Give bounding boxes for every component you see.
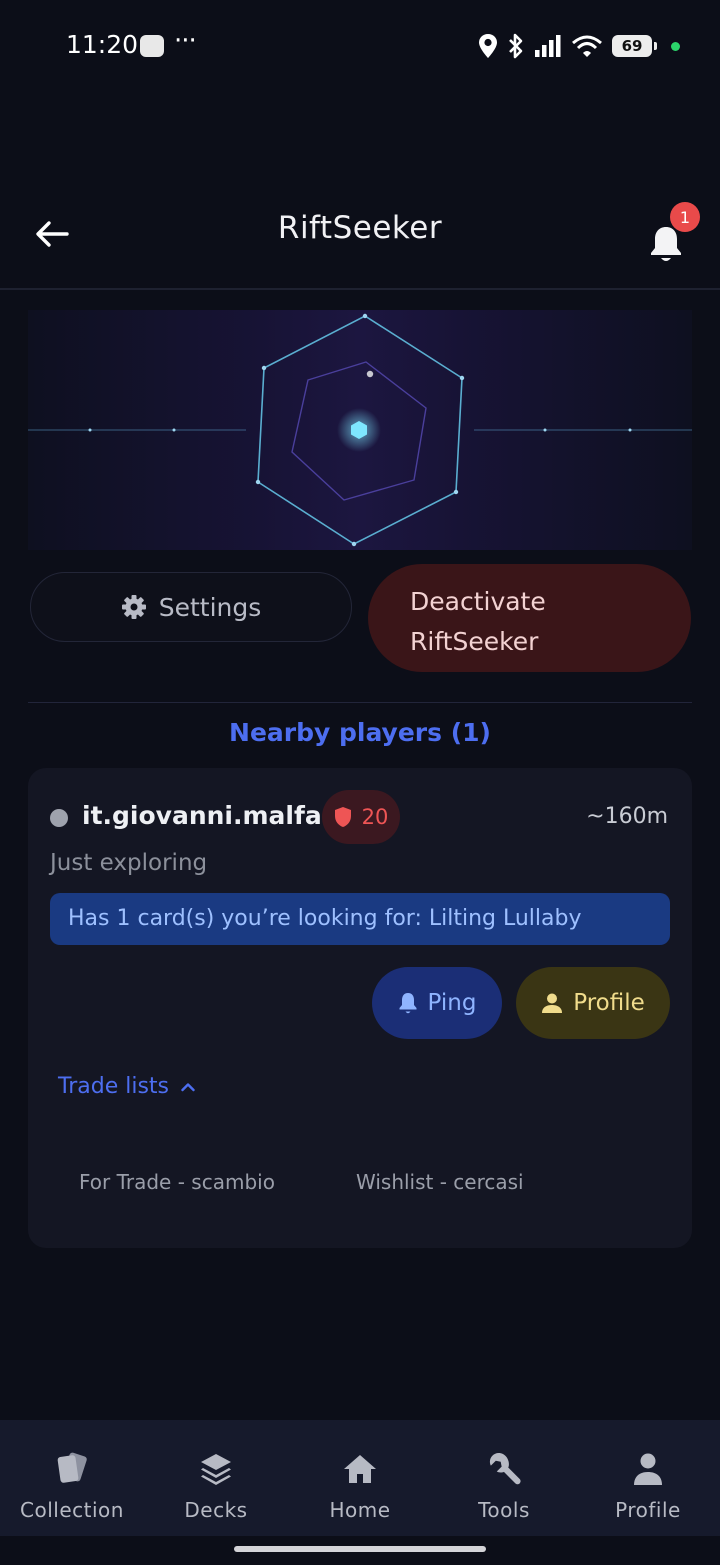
ping-label: Ping — [427, 990, 477, 1016]
rank-value: 20 — [361, 805, 389, 829]
ping-button[interactable]: Ping — [372, 967, 502, 1039]
nav-home[interactable]: Home — [288, 1420, 432, 1536]
nav-label-collection: Collection — [20, 1498, 124, 1522]
player-status: Just exploring — [50, 850, 208, 876]
nav-label-home: Home — [329, 1498, 391, 1522]
nav-label-profile: Profile — [615, 1498, 681, 1522]
battery-indicator: 69 — [612, 35, 657, 57]
profile-label: Profile — [573, 990, 645, 1016]
card-match-banner: Has 1 card(s) you’re looking for: Liltin… — [50, 893, 670, 945]
person-icon — [632, 1450, 664, 1488]
trade-list-wishlist[interactable]: Wishlist - cercasi — [356, 1170, 524, 1194]
status-time: 11:20 — [66, 30, 139, 59]
nearby-players-title: Nearby players (1) — [229, 718, 491, 747]
person-icon — [542, 993, 563, 1013]
chevron-up-icon — [181, 1082, 195, 1091]
wifi-icon — [572, 35, 602, 57]
signal-icon — [535, 35, 561, 57]
nav-tools[interactable]: Tools — [432, 1420, 576, 1536]
header-divider — [0, 288, 720, 290]
notifications-button[interactable]: 1 — [644, 202, 700, 261]
radar-scanner — [28, 310, 692, 550]
home-icon — [342, 1450, 378, 1488]
rank-badge: 20 — [322, 790, 400, 844]
nav-label-tools: Tools — [478, 1498, 530, 1522]
trade-lists-label: Trade lists — [58, 1074, 169, 1099]
location-icon — [479, 34, 497, 58]
notification-badge: 1 — [670, 202, 700, 232]
presence-dot — [50, 809, 68, 827]
nav-label-decks: Decks — [184, 1498, 248, 1522]
home-indicator[interactable] — [234, 1546, 486, 1552]
nav-profile[interactable]: Profile — [576, 1420, 720, 1536]
trade-lists-toggle[interactable]: Trade lists — [58, 1074, 195, 1099]
layers-icon — [198, 1450, 234, 1488]
deactivate-riftseeker-button[interactable]: Deactivate RiftSeeker — [368, 564, 691, 672]
settings-button[interactable]: Settings — [30, 572, 352, 642]
more-notifications-icon: ··· — [174, 26, 197, 56]
deactivate-label-line1: Deactivate — [410, 587, 546, 616]
app-header: RiftSeeker 1 — [0, 190, 720, 280]
player-distance: ~160m — [586, 804, 668, 829]
status-icons: 69 — [478, 32, 680, 60]
nav-decks[interactable]: Decks — [144, 1420, 288, 1536]
bell-icon — [399, 993, 417, 1014]
wrench-icon — [485, 1450, 523, 1488]
privacy-dot — [671, 41, 680, 51]
shield-icon — [334, 807, 351, 827]
cloud-icon — [140, 35, 164, 57]
player-card: it.giovanni.malfa 20 ~160m Just explorin… — [28, 768, 692, 1248]
gear-icon — [121, 595, 146, 619]
nav-collection[interactable]: Collection — [0, 1420, 144, 1536]
section-divider — [28, 702, 692, 703]
bottom-nav: Collection Decks Home Tools Profile — [0, 1420, 720, 1536]
deactivate-label-line2: RiftSeeker — [410, 627, 539, 656]
cards-icon — [52, 1450, 92, 1488]
radar-graphic — [28, 313, 692, 547]
view-profile-button[interactable]: Profile — [516, 967, 670, 1039]
page-title: RiftSeeker — [277, 210, 443, 246]
settings-label: Settings — [158, 592, 262, 622]
bluetooth-icon — [509, 33, 523, 59]
player-name: it.giovanni.malfa — [82, 801, 322, 830]
status-bar: 11:20 ··· 69 — [0, 0, 720, 92]
trade-list-for-trade[interactable]: For Trade - scambio — [79, 1170, 275, 1194]
